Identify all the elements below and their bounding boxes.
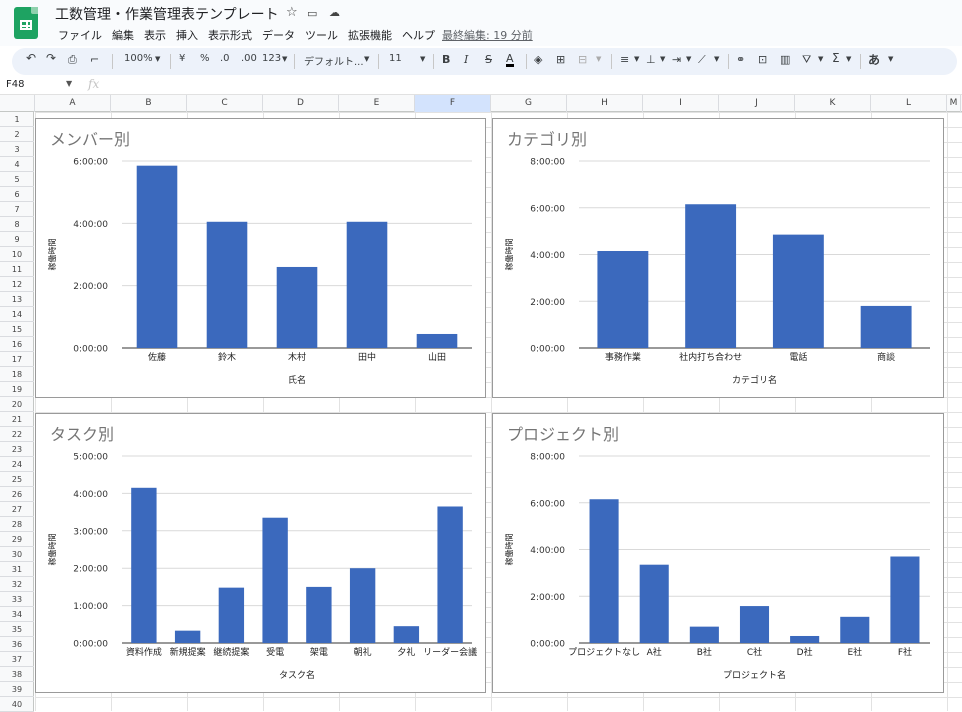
x-tick-label: 新規提案 xyxy=(170,646,206,658)
y-tick-label: 0:00:00 xyxy=(530,345,565,355)
bar xyxy=(131,487,157,643)
bar-chart-svg: カテゴリ別稼働時間 0:00:00 2:00:00 4:00:00 6:00:00 8:0… xyxy=(504,130,930,386)
x-tick-label: 資料作成 xyxy=(126,646,162,658)
x-tick-label: プロジェクトなし xyxy=(568,647,640,658)
x-tick-label: 朝礼 xyxy=(354,646,372,658)
x-tick-label: 商談 xyxy=(877,351,895,363)
bar xyxy=(860,305,912,348)
chart-title: タスク別 xyxy=(50,425,114,444)
x-tick-label: 受電 xyxy=(266,646,284,658)
charts-layer: メンバー別稼働時間 0:00:00 2:00:00 4:00:00 6:00:00 佐藤 鈴… xyxy=(0,0,962,711)
x-tick-label: 架電 xyxy=(310,647,328,658)
bar xyxy=(276,266,318,348)
y-tick-label: 1:00:00 xyxy=(73,602,108,612)
bar xyxy=(206,221,248,348)
bar-chart-svg: メンバー別稼働時間 0:00:00 2:00:00 4:00:00 6:00:00 佐藤 鈴… xyxy=(47,130,472,386)
chart-title: プロジェクト別 xyxy=(507,425,619,444)
x-tick-label: 事務作業 xyxy=(605,351,641,363)
x-tick-label: 鈴木 xyxy=(218,351,236,363)
y-tick-label: 3:00:00 xyxy=(73,527,108,537)
bar xyxy=(416,333,458,348)
bar xyxy=(689,626,719,643)
x-tick-label: 山田 xyxy=(428,352,446,363)
y-tick-label: 2:00:00 xyxy=(530,298,565,308)
x-axis-label: プロジェクト名 xyxy=(723,669,786,681)
y-tick-label: 0:00:00 xyxy=(73,640,108,650)
bar xyxy=(262,517,288,643)
bar xyxy=(589,499,619,643)
y-tick-label: 6:00:00 xyxy=(530,499,565,509)
bar xyxy=(772,234,824,348)
y-tick-label: 0:00:00 xyxy=(73,345,108,355)
bar-chart-svg: タスク別稼働時間 0:00:00 1:00:00 2:00:00 3:00:00 4:00… xyxy=(47,425,477,681)
x-tick-label: F社 xyxy=(898,646,912,658)
x-axis-label: 氏名 xyxy=(288,374,306,386)
x-tick-label: A社 xyxy=(647,646,662,658)
x-tick-label: 夕礼 xyxy=(397,646,415,658)
y-tick-label: 4:00:00 xyxy=(530,251,565,261)
chart-project[interactable]: プロジェクト別稼働時間 0:00:00 2:00:00 4:00:00 6:00:00 8… xyxy=(492,413,944,693)
chart-title: カテゴリ別 xyxy=(507,130,587,149)
y-tick-label: 4:00:00 xyxy=(530,546,565,556)
y-tick-label: 4:00:00 xyxy=(73,490,108,500)
bar xyxy=(890,556,920,643)
y-tick-label: 5:00:00 xyxy=(73,453,108,463)
x-tick-label: D社 xyxy=(797,646,813,658)
y-axis-label: 稼働時間 xyxy=(504,239,514,271)
y-axis-label: 稼働時間 xyxy=(47,239,57,271)
x-tick-label: リーダー会議 xyxy=(423,646,477,658)
bar xyxy=(393,626,420,643)
bar xyxy=(136,165,178,348)
bar xyxy=(685,204,737,348)
bar xyxy=(346,221,388,348)
x-tick-label: 田中 xyxy=(358,351,376,363)
bar xyxy=(174,630,201,643)
bar xyxy=(349,568,376,643)
y-tick-label: 2:00:00 xyxy=(73,282,108,292)
x-tick-label: 木村 xyxy=(288,351,306,363)
x-axis-label: カテゴリ名 xyxy=(732,374,777,386)
bar xyxy=(597,250,649,348)
bar xyxy=(790,635,820,643)
bar xyxy=(739,606,770,643)
bar xyxy=(639,564,669,643)
y-axis-label: 稼働時間 xyxy=(47,534,57,566)
x-tick-label: 社内打ち合わせ xyxy=(679,351,742,363)
chart-title: メンバー別 xyxy=(50,130,130,149)
y-tick-label: 0:00:00 xyxy=(530,640,565,650)
x-tick-label: 継続提案 xyxy=(213,646,249,658)
chart-task[interactable]: タスク別稼働時間 0:00:00 1:00:00 2:00:00 3:00:00 4:00… xyxy=(35,413,486,693)
bar xyxy=(437,506,463,643)
bar xyxy=(218,587,245,643)
chart-category[interactable]: カテゴリ別稼働時間 0:00:00 2:00:00 4:00:00 6:00:00 8:0… xyxy=(492,118,944,398)
x-axis-label: タスク名 xyxy=(279,669,315,681)
y-tick-label: 6:00:00 xyxy=(530,204,565,214)
chart-member[interactable]: メンバー別稼働時間 0:00:00 2:00:00 4:00:00 6:00:00 佐藤 鈴… xyxy=(35,118,486,398)
bar xyxy=(306,586,332,643)
y-tick-label: 4:00:00 xyxy=(73,220,108,230)
bar-chart-svg: プロジェクト別稼働時間 0:00:00 2:00:00 4:00:00 6:00:00 8… xyxy=(504,425,930,681)
y-axis-label: 稼働時間 xyxy=(504,534,514,566)
x-tick-label: E社 xyxy=(847,646,862,658)
bar xyxy=(840,616,870,643)
y-tick-label: 8:00:00 xyxy=(530,158,565,168)
y-tick-label: 6:00:00 xyxy=(73,158,108,168)
x-tick-label: 佐藤 xyxy=(148,351,166,363)
x-tick-label: B社 xyxy=(697,646,712,658)
x-tick-label: 電話 xyxy=(789,351,807,363)
x-tick-label: C社 xyxy=(747,646,762,658)
y-tick-label: 2:00:00 xyxy=(73,565,108,575)
y-tick-label: 2:00:00 xyxy=(530,593,565,603)
y-tick-label: 8:00:00 xyxy=(530,453,565,463)
